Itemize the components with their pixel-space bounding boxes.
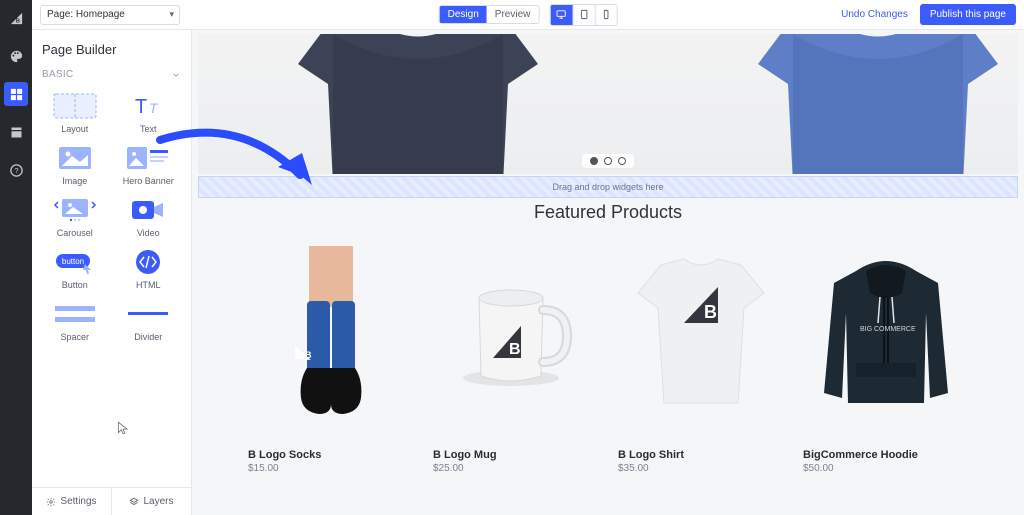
mode-toggle: Design Preview <box>439 5 540 24</box>
product-card[interactable]: B B Logo Mug $25.00 <box>433 243 598 474</box>
device-toggle <box>549 4 617 26</box>
carousel-dots[interactable] <box>582 154 634 168</box>
svg-text:T: T <box>149 100 159 116</box>
widget-spacer[interactable]: Spacer <box>40 298 110 344</box>
palette-icon[interactable] <box>4 44 28 68</box>
settings-button[interactable]: Settings <box>32 488 111 515</box>
layers-label: Layers <box>143 496 173 507</box>
layers-button[interactable]: Layers <box>111 488 191 515</box>
widget-label: Carousel <box>57 228 93 238</box>
widget-label: Hero Banner <box>123 176 174 186</box>
product-name: B Logo Socks <box>248 449 413 461</box>
widget-grid: Layout TT Text Image Hero Banner Carouse… <box>32 90 191 344</box>
widget-image[interactable]: Image <box>40 142 110 188</box>
product-image-shirt: B <box>618 243 783 423</box>
widget-divider[interactable]: Divider <box>114 298 184 344</box>
canvas: Drag and drop widgets here Featured Prod… <box>192 30 1024 515</box>
gear-icon <box>46 497 56 507</box>
svg-text:B: B <box>704 302 717 322</box>
hero-shirt-dark <box>288 34 548 174</box>
svg-text:B: B <box>509 341 521 358</box>
chevron-down-icon <box>171 70 181 80</box>
hero-banner[interactable] <box>198 34 1018 174</box>
svg-text:COMMERCE: COMMERCE <box>874 326 916 333</box>
featured-products-title: Featured Products <box>198 202 1018 223</box>
product-image-hoodie: BIGCOMMERCE <box>803 243 968 423</box>
widget-button[interactable]: button Button <box>40 246 110 292</box>
cursor-icon <box>116 421 130 435</box>
product-image-mug: B <box>433 243 598 423</box>
product-price: $25.00 <box>433 463 598 474</box>
carousel-dot-2[interactable] <box>604 157 612 165</box>
canvas-inner[interactable]: Drag and drop widgets here Featured Prod… <box>198 34 1018 509</box>
topbar: Page: Homepage Design Preview Undo Chang… <box>32 0 1024 30</box>
widget-carousel[interactable]: Carousel <box>40 194 110 240</box>
products-row: B B Logo Socks $15.00 B <box>198 243 1018 494</box>
hero-shirt-blue <box>748 34 1008 174</box>
layers-icon <box>129 497 139 507</box>
drop-zone-label: Drag and drop widgets here <box>552 182 663 192</box>
page-selector[interactable]: Page: Homepage <box>40 5 180 25</box>
svg-text:T: T <box>135 96 147 118</box>
undo-link[interactable]: Undo Changes <box>841 9 908 20</box>
product-card[interactable]: BIGCOMMERCE BigCommerce Hoodie $50.00 <box>803 243 968 474</box>
design-mode-button[interactable]: Design <box>440 6 487 23</box>
product-price: $50.00 <box>803 463 968 474</box>
product-name: B Logo Mug <box>433 449 598 461</box>
publish-button[interactable]: Publish this page <box>920 4 1016 25</box>
sidebar-section-label: BASIC <box>42 69 74 80</box>
settings-label: Settings <box>60 496 96 507</box>
widget-label: Video <box>137 228 160 238</box>
widget-html[interactable]: HTML <box>114 246 184 292</box>
product-card[interactable]: B B Logo Socks $15.00 <box>248 243 413 474</box>
widget-label: Divider <box>134 332 162 342</box>
carousel-dot-3[interactable] <box>618 157 626 165</box>
widget-video[interactable]: Video <box>114 194 184 240</box>
product-card[interactable]: B B Logo Shirt $35.00 <box>618 243 783 474</box>
device-desktop-button[interactable] <box>550 5 572 25</box>
left-rail: B ? <box>0 0 32 515</box>
product-price: $15.00 <box>248 463 413 474</box>
storefront-icon[interactable] <box>4 120 28 144</box>
widget-label: Image <box>62 176 87 186</box>
carousel-dot-1[interactable] <box>590 157 598 165</box>
rail-logo[interactable]: B <box>4 6 28 30</box>
widget-label: Layout <box>61 124 88 134</box>
product-price: $35.00 <box>618 463 783 474</box>
widget-layout[interactable]: Layout <box>40 90 110 136</box>
svg-text:B: B <box>305 350 312 360</box>
sidebar-footer: Settings Layers <box>32 487 191 515</box>
preview-mode-button[interactable]: Preview <box>487 6 539 23</box>
widget-label: Text <box>140 124 157 134</box>
sidebar-title: Page Builder <box>32 30 191 65</box>
svg-text:?: ? <box>14 166 18 175</box>
product-name: BigCommerce Hoodie <box>803 449 968 461</box>
drop-zone[interactable]: Drag and drop widgets here <box>198 176 1018 198</box>
svg-text:BIG: BIG <box>860 326 872 333</box>
widget-label: HTML <box>136 280 161 290</box>
widget-label: Spacer <box>60 332 89 342</box>
help-icon[interactable]: ? <box>4 158 28 182</box>
sidebar: Page Builder BASIC Layout TT Text Image … <box>32 30 192 515</box>
widget-hero-banner[interactable]: Hero Banner <box>114 142 184 188</box>
sidebar-section-basic[interactable]: BASIC <box>32 65 191 90</box>
product-name: B Logo Shirt <box>618 449 783 461</box>
svg-text:B: B <box>15 18 19 24</box>
page-selector-dropdown[interactable]: Page: Homepage <box>40 5 180 25</box>
widgets-icon[interactable] <box>4 82 28 106</box>
device-tablet-button[interactable] <box>572 5 594 25</box>
svg-text:button: button <box>62 257 84 266</box>
widget-text[interactable]: TT Text <box>114 90 184 136</box>
device-mobile-button[interactable] <box>594 5 616 25</box>
product-image-socks: B <box>248 243 413 423</box>
widget-label: Button <box>62 280 88 290</box>
